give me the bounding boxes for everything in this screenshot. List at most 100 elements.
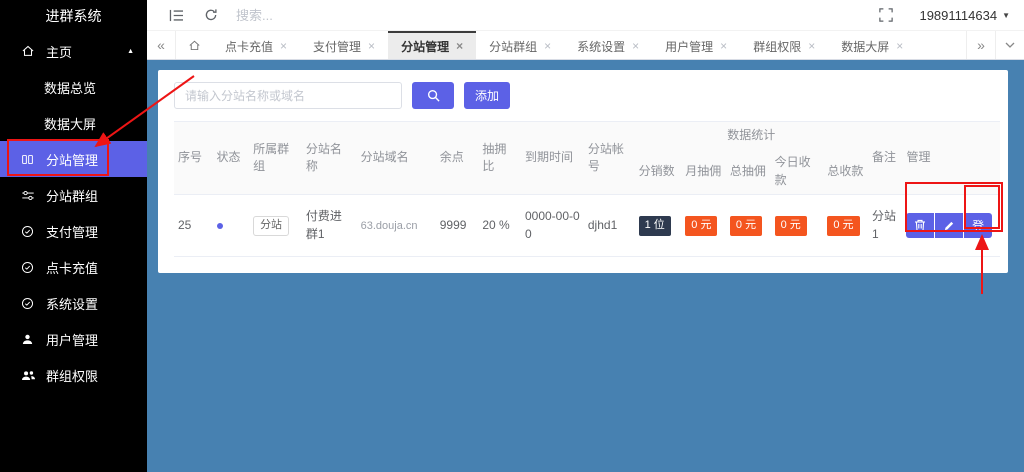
username: 19891114634 [919,7,998,23]
sidebar-menu: 主页 ▲ 数据总览 数据大屏 分站管理 分站群组 支付管理 点卡充值 系统设置 … [0,33,147,393]
main-area: 19891114634 ▼ « 点卡充值 × 支付管理 × 分站管理 × [147,0,1024,472]
tab-data-screen[interactable]: 数据大屏 × [828,31,916,59]
sidebar-item-label: 支付管理 [46,224,99,240]
search-button[interactable] [412,82,454,109]
edit-button[interactable] [935,213,964,239]
content-area: 添加 序号 状态 所属群组 [147,60,1024,472]
sidebar-item-home[interactable]: 主页 ▲ [0,33,147,69]
tab-label: 用户管理 [665,39,714,54]
home-icon [188,40,200,50]
col-header-account: 分站帐号 [583,120,635,195]
tab-system-settings[interactable]: 系统设置 × [564,31,652,59]
app-title: 进群系统 [45,8,102,24]
delete-button[interactable] [906,213,935,239]
sidebar-item-site-management[interactable]: 分站管理 [0,141,147,177]
cell-points: 9999 [435,194,479,257]
cell-today-income: 0 元 [770,194,824,257]
login-button[interactable]: 登 [964,213,992,239]
tab-card-recharge[interactable]: 点卡充值 × [212,31,300,59]
group-badge: 分站 [253,215,290,236]
month-commission-badge: 0 元 [685,215,718,236]
sidebar-item-data-overview[interactable]: 数据总览 [0,69,147,105]
sidebar-item-label: 群组权限 [46,368,99,384]
close-icon[interactable]: × [720,39,727,53]
site-management-panel: 添加 序号 状态 所属群组 [158,70,1008,273]
tab-payment[interactable]: 支付管理 × [300,31,388,59]
tab-site-management[interactable]: 分站管理 × [388,31,477,59]
cell-group: 分站 [249,194,302,257]
tab-label: 点卡充值 [225,39,274,54]
col-header-month-commission: 月抽佣 [681,149,726,195]
add-button[interactable]: 添加 [464,82,510,109]
cell-commission-rate: 20 % [478,194,521,257]
tab-user-management[interactable]: 用户管理 × [652,31,740,59]
cell-total-income: 0 元 [823,194,868,257]
fullscreen-icon[interactable] [879,8,894,22]
tab-site-groups[interactable]: 分站群组 × [476,31,564,59]
site-search-input[interactable] [174,82,402,109]
sidebar-item-label: 分站群组 [46,188,99,204]
sidebar-item-label: 分站管理 [46,152,99,168]
col-header-group: 所属群组 [249,120,302,195]
global-search-input[interactable] [236,7,366,23]
tabs-scroll-left-icon[interactable]: « [147,31,176,59]
sidebar-item-card-recharge[interactable]: 点卡充值 [0,249,147,285]
sidebar-item-payment[interactable]: 支付管理 [0,213,147,249]
sidebar-item-label: 数据总览 [44,80,97,96]
tab-label: 系统设置 [577,39,626,54]
user-menu[interactable]: 19891114634 ▼ [919,8,1010,23]
tabbar-right: » [966,31,1024,59]
sliders-icon [21,189,37,202]
tabs-scroll-right-icon[interactable]: » [966,31,995,59]
cell-status [212,194,250,257]
tab-home[interactable] [176,31,212,59]
close-icon[interactable]: × [896,39,903,53]
sidebar-item-system-settings[interactable]: 系统设置 [0,285,147,321]
sidebar-item-site-groups[interactable]: 分站群组 [0,177,147,213]
col-header-commission-rate: 抽拥比 [478,120,521,195]
col-header-expire: 到期时间 [520,120,584,195]
search-icon [427,89,440,102]
close-icon[interactable]: × [544,39,551,53]
col-header-index: 序号 [174,120,213,195]
total-commission-badge: 0 元 [729,215,763,236]
cell-domain: 63.douja.cn [356,194,436,257]
sidebar-item-group-permissions[interactable]: 群组权限 [0,357,147,393]
close-icon[interactable]: × [368,39,375,53]
sidebar-item-label: 系统设置 [46,296,99,312]
close-icon[interactable]: × [808,39,815,53]
distributors-badge: 1 位 [638,215,671,236]
tab-label: 支付管理 [313,39,362,54]
sidebar-item-label: 用户管理 [46,332,99,348]
tab-label: 群组权限 [753,39,802,54]
close-icon[interactable]: × [280,39,287,53]
col-header-status: 状态 [212,120,250,195]
cell-index: 25 [174,194,213,257]
pencil-icon [944,221,953,231]
sidebar-item-data-screen[interactable]: 数据大屏 [0,105,147,141]
sidebar-item-label: 点卡充值 [46,260,99,276]
col-header-today-income: 今日收款 [770,149,824,195]
close-icon[interactable]: × [632,39,639,53]
tabs-menu-icon[interactable] [995,31,1024,59]
sidebar-item-user-management[interactable]: 用户管理 [0,321,147,357]
users-icon [21,369,37,382]
sidebar-item-label: 主页 [46,44,73,60]
collapse-sidebar-icon[interactable] [169,9,184,22]
tabbar: « 点卡充值 × 支付管理 × 分站管理 × 分站群组 × 系统设置 × 用户管… [147,31,1024,60]
topbar: 19891114634 ▼ [147,0,1024,31]
cell-site-name: 付费进群1 [301,194,357,257]
cell-remark: 分站1 [867,194,903,257]
toolbar: 添加 [174,82,1000,109]
check-circle-icon [21,225,37,238]
cell-account: djhd1 [583,194,635,257]
manage-button-group: 登 [906,213,996,239]
refresh-icon[interactable] [204,8,218,22]
sidebar-item-label: 数据大屏 [44,116,97,132]
col-header-points: 余点 [435,120,479,195]
home-icon [21,44,37,58]
tab-group-permissions[interactable]: 群组权限 × [740,31,828,59]
col-header-total-income: 总收款 [823,149,868,195]
tab-label: 分站管理 [401,39,450,54]
close-icon[interactable]: × [456,39,463,53]
